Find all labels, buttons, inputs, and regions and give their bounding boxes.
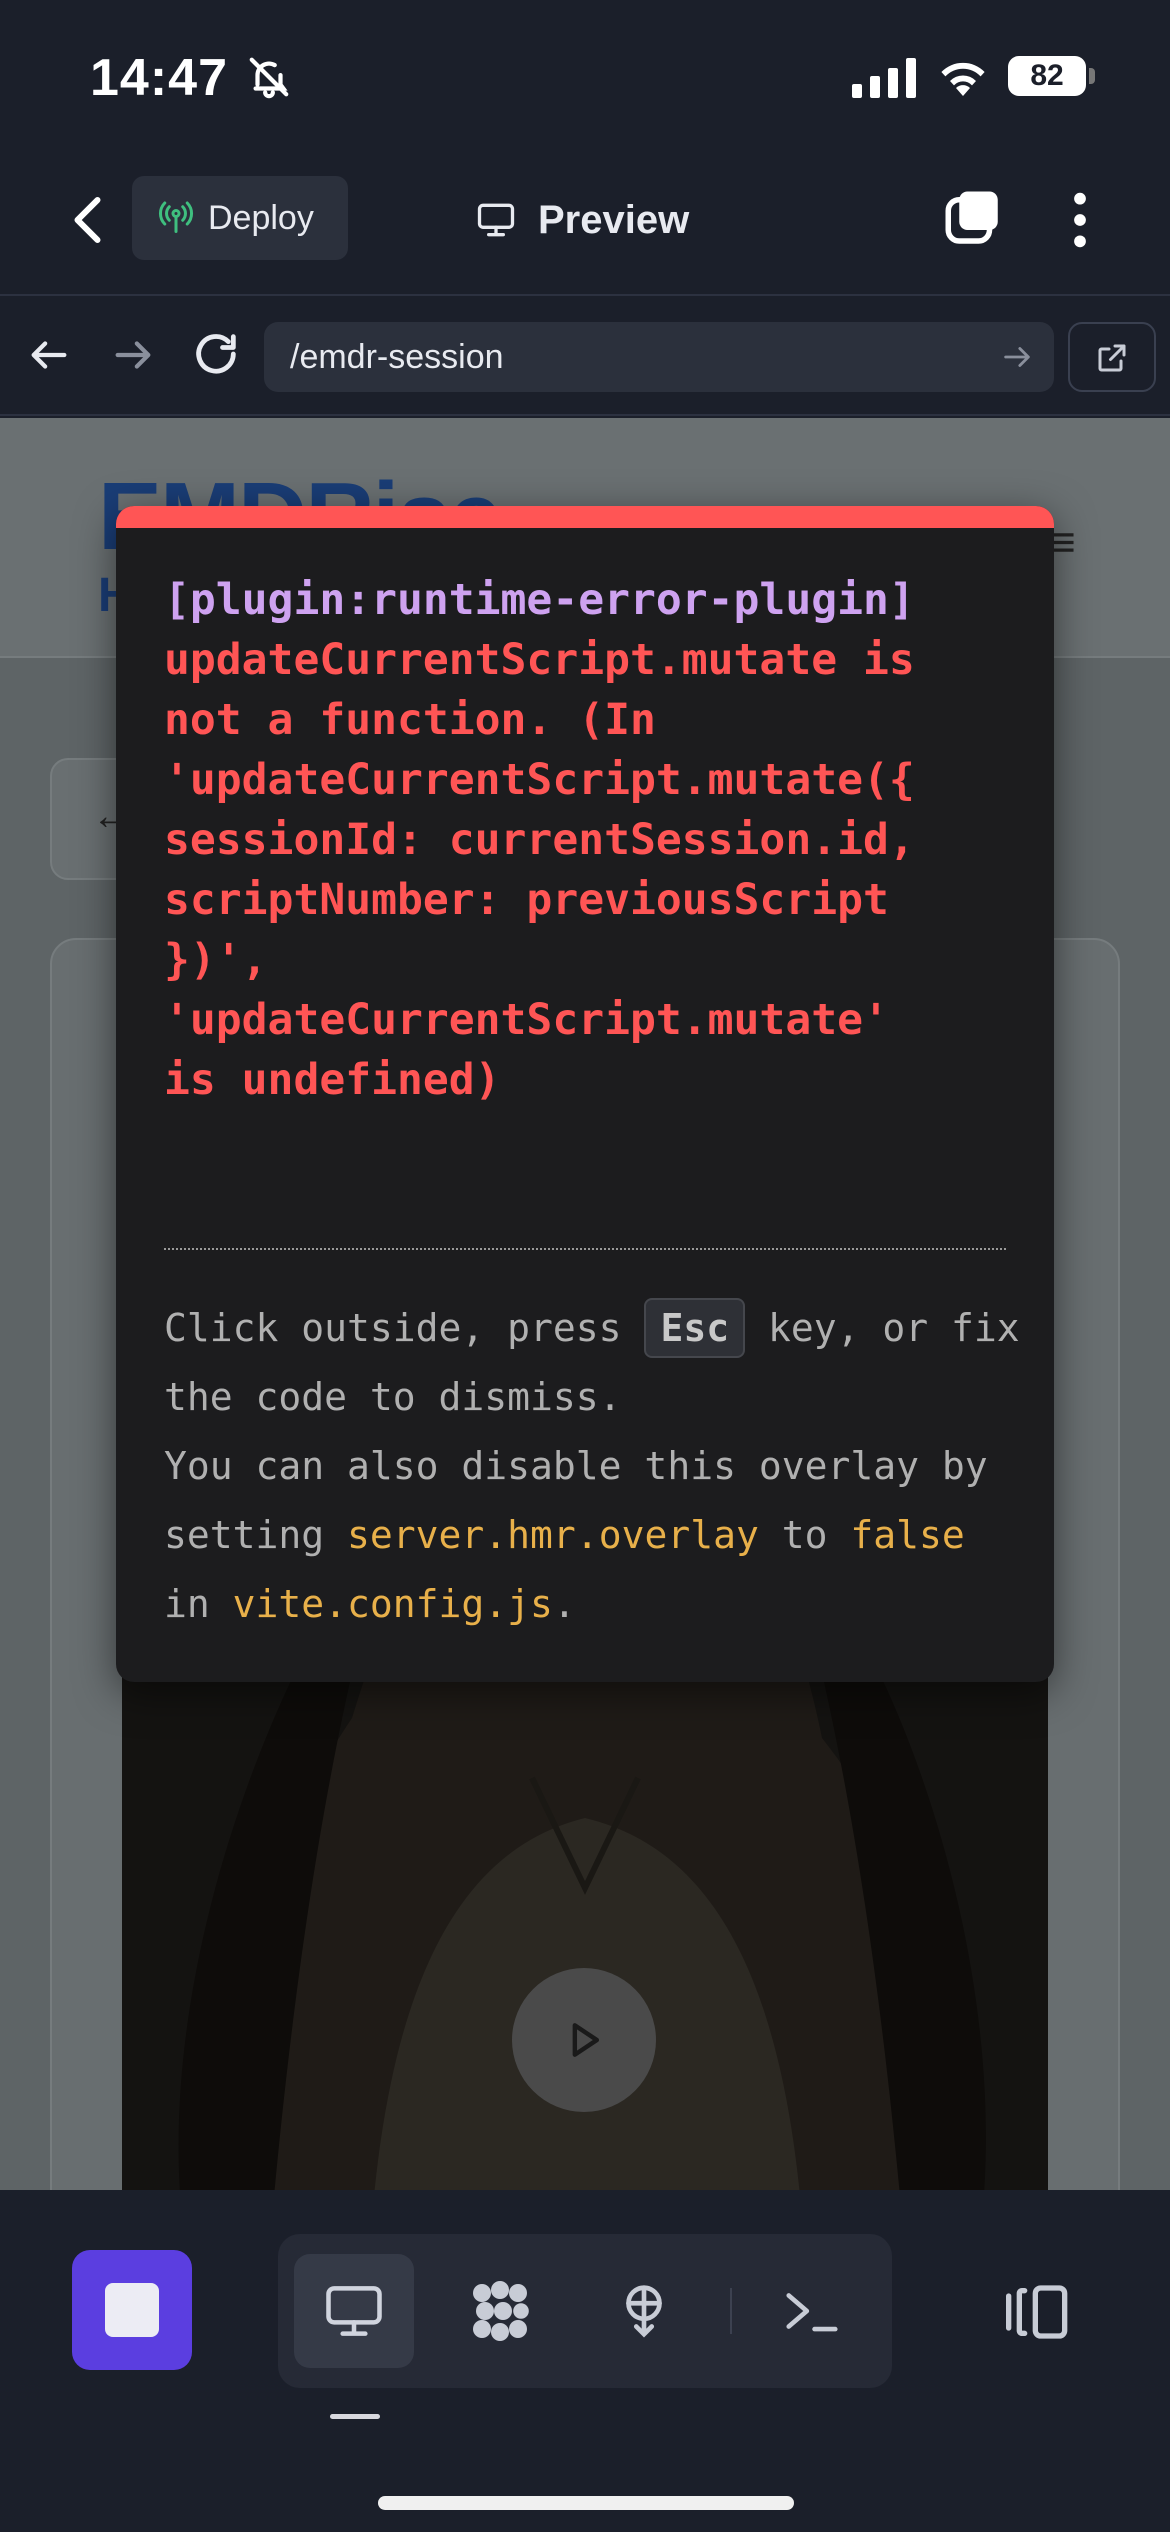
url-text: /emdr-session bbox=[290, 337, 504, 376]
error-plugin-name: [plugin:runtime-error-plugin] bbox=[164, 575, 915, 625]
deploy-label: Deploy bbox=[208, 198, 314, 237]
home-indicator bbox=[378, 2496, 794, 2510]
browser-nav-bar: /emdr-session bbox=[0, 294, 1170, 416]
active-tab-indicator bbox=[330, 2414, 380, 2419]
view-switcher bbox=[278, 2234, 892, 2388]
error-line: is undefined) bbox=[164, 1055, 501, 1105]
error-line: 'updateCurrentScript.mutate({ bbox=[164, 755, 915, 805]
overlay-divider bbox=[164, 1248, 1006, 1250]
monitor-icon bbox=[477, 203, 515, 237]
go-arrow-icon[interactable] bbox=[1000, 340, 1034, 374]
tip-text: in bbox=[164, 1582, 233, 1626]
tip-text: to bbox=[758, 1513, 851, 1557]
tip-code: server.hmr.overlay bbox=[347, 1513, 759, 1557]
play-icon bbox=[572, 2023, 600, 2057]
arrow-right-icon[interactable] bbox=[110, 332, 156, 378]
tabs-icon[interactable] bbox=[940, 186, 1006, 252]
external-link-icon bbox=[1098, 344, 1126, 372]
error-accent-bar bbox=[116, 506, 1054, 528]
flower-cluster-icon bbox=[473, 2281, 529, 2341]
tip-code: false bbox=[850, 1513, 965, 1557]
terminal-icon bbox=[786, 2293, 838, 2332]
wifi-icon bbox=[941, 62, 985, 96]
tab-deploy[interactable] bbox=[584, 2254, 704, 2368]
deploy-antenna-icon bbox=[158, 201, 194, 233]
open-external-button[interactable] bbox=[1068, 322, 1156, 392]
arrow-left-icon[interactable] bbox=[26, 332, 72, 378]
error-line: not a function. (In bbox=[164, 695, 656, 745]
error-line: 'updateCurrentScript.mutate' bbox=[164, 995, 889, 1045]
monitor-icon bbox=[326, 2286, 382, 2336]
error-line: })', bbox=[164, 935, 268, 985]
cellular-signal-icon bbox=[852, 58, 916, 98]
tip-code: vite.config.js bbox=[232, 1582, 553, 1626]
vite-error-overlay[interactable]: [plugin:runtime-error-plugin] updateCurr… bbox=[116, 506, 1054, 1682]
error-line: scriptNumber: previousScript bbox=[164, 875, 889, 925]
tab-agents[interactable] bbox=[440, 2254, 560, 2368]
toolbar-separator bbox=[730, 2288, 732, 2334]
panel-toggle-icon[interactable] bbox=[1000, 2280, 1076, 2344]
error-line: sessionId: currentSession.id, bbox=[164, 815, 915, 865]
deploy-button[interactable]: Deploy bbox=[132, 176, 348, 260]
battery-indicator: 82 bbox=[1008, 56, 1086, 96]
antenna-icon bbox=[626, 2285, 662, 2338]
preview-label: Preview bbox=[538, 197, 690, 242]
stop-button[interactable] bbox=[72, 2250, 192, 2370]
back-chevron-icon[interactable] bbox=[60, 190, 120, 250]
url-input[interactable]: /emdr-session bbox=[264, 322, 1054, 392]
overlay-tip: Click outside, press Esc key, or fix the… bbox=[164, 1294, 1024, 1639]
battery-nub bbox=[1089, 68, 1095, 84]
stop-icon bbox=[105, 2283, 159, 2337]
tip-text: Click outside, press bbox=[164, 1306, 645, 1350]
reload-icon[interactable] bbox=[190, 328, 242, 380]
esc-key-badge: Esc bbox=[644, 1298, 746, 1358]
status-bar: 14:47 82 bbox=[0, 0, 1170, 150]
status-time: 14:47 bbox=[90, 49, 228, 107]
preview-title: Preview bbox=[474, 190, 689, 250]
error-line: updateCurrentScript.mutate is bbox=[164, 635, 915, 685]
play-button[interactable] bbox=[512, 1968, 656, 2112]
more-vertical-icon[interactable] bbox=[1060, 188, 1100, 252]
tab-preview[interactable] bbox=[294, 2254, 414, 2368]
tab-shell[interactable] bbox=[752, 2254, 872, 2368]
tip-text: . bbox=[552, 1582, 576, 1626]
bottom-toolbar bbox=[0, 2190, 1170, 2532]
bell-muted-icon bbox=[249, 57, 289, 99]
error-message: [plugin:runtime-error-plugin] updateCurr… bbox=[164, 570, 1024, 1110]
app-header: Deploy Preview bbox=[0, 160, 1170, 290]
